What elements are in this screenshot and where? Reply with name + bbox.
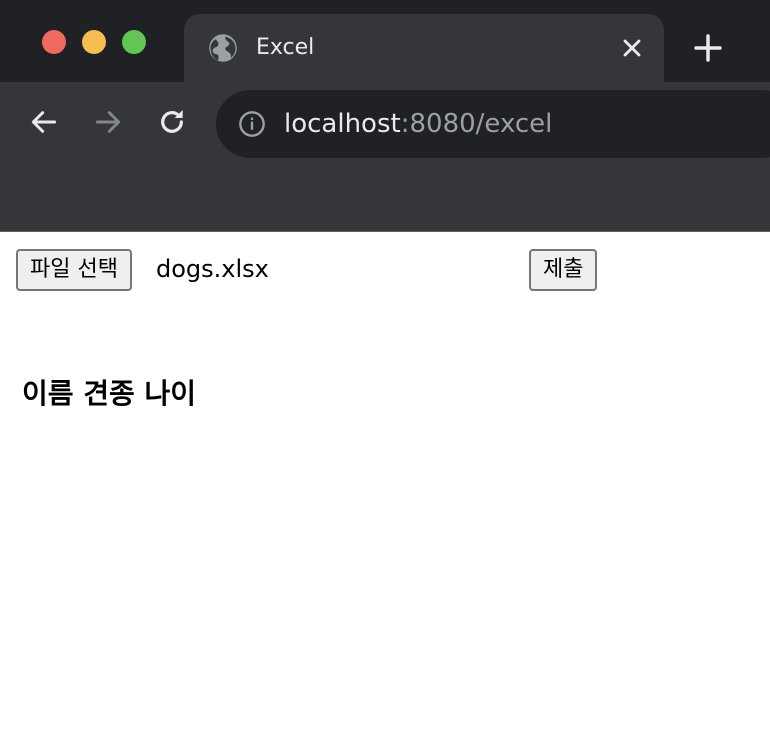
window-zoom-button[interactable] [122,30,146,54]
table-header: 이름 견종 나이 [22,377,197,410]
window-minimize-button[interactable] [82,30,106,54]
browser-toolbar: localhost:8080/excel [0,82,770,232]
selected-file-name: dogs.xlsx [156,255,269,283]
globe-icon [209,34,237,62]
tab-strip: Excel [0,0,770,82]
browser-chrome: Excel localhost:8080/excel [0,0,770,232]
reload-icon[interactable] [156,106,188,138]
page-content: 파일 선택 dogs.xlsx 제출 이름 견종 나이 [0,232,770,746]
url-path: :8080/excel [400,109,553,139]
submit-button[interactable]: 제출 [529,249,598,291]
new-tab-plus-icon[interactable] [692,32,724,64]
url-host: localhost [284,109,401,139]
info-icon[interactable] [238,110,266,138]
forward-arrow-icon[interactable] [92,106,124,138]
window-close-button[interactable] [42,30,66,54]
back-arrow-icon[interactable] [28,106,60,138]
address-bar[interactable]: localhost:8080/excel [216,90,770,158]
close-icon[interactable] [618,34,646,62]
url-text[interactable]: localhost:8080/excel [284,108,552,140]
tab-excel[interactable]: Excel [184,14,664,82]
file-select-button[interactable]: 파일 선택 [16,249,132,291]
tab-title: Excel [256,35,315,60]
